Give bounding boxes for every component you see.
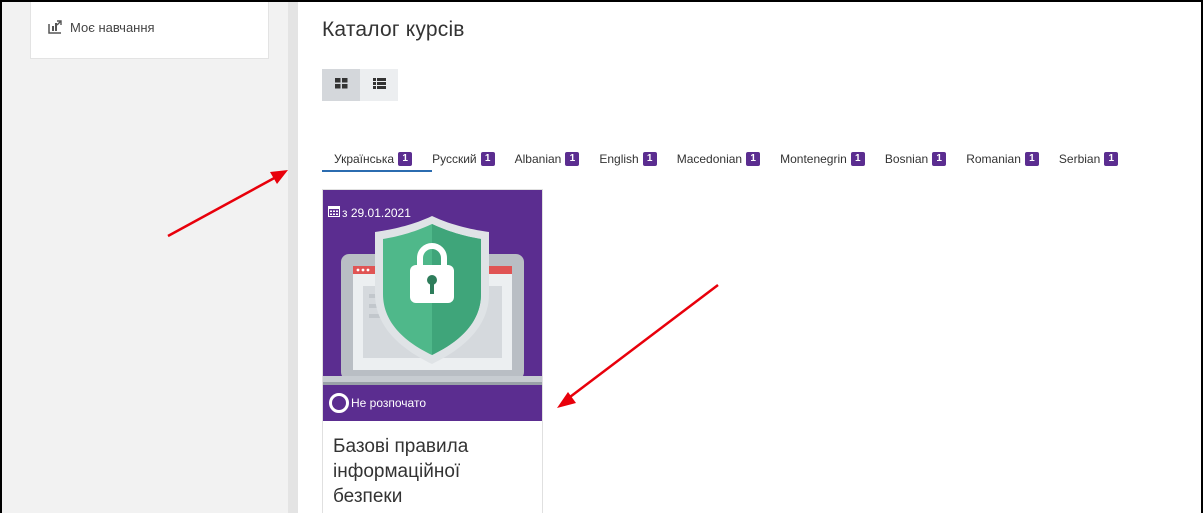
- tab-label: Albanian: [514, 152, 562, 166]
- tab-label: Serbian: [1058, 152, 1101, 166]
- count-badge: 1: [480, 152, 495, 166]
- count-badge: 1: [565, 152, 580, 166]
- course-start-date: з 29.01.2021: [328, 205, 411, 220]
- sidebar: Моє навчання: [2, 2, 288, 513]
- count-badge: 1: [1104, 152, 1119, 166]
- language-tabs: Українська 1 Русский 1 Albanian 1 English 1 …: [322, 148, 1128, 170]
- date-text: з 29.01.2021: [342, 205, 411, 220]
- tab-serbian[interactable]: Serbian 1: [1049, 148, 1128, 170]
- tab-label: Bosnian: [884, 152, 929, 166]
- tab-ukrainian[interactable]: Українська 1: [322, 148, 422, 170]
- count-badge: 1: [1024, 152, 1039, 166]
- grid-view-icon: [334, 76, 348, 94]
- active-tab-indicator: [322, 170, 432, 172]
- tab-english[interactable]: English 1: [589, 148, 666, 170]
- tab-label: Romanian: [966, 152, 1021, 166]
- course-card[interactable]: з 29.01.2021 Не розпочато Базові правила…: [322, 189, 543, 513]
- grid-view-button[interactable]: [322, 69, 360, 101]
- course-title[interactable]: Базові правила інформаційної безпеки: [333, 434, 533, 509]
- learning-icon: [48, 20, 64, 34]
- status-circle-icon: [329, 393, 349, 413]
- view-toggle: [322, 69, 398, 101]
- course-image[interactable]: з 29.01.2021 Не розпочато: [323, 190, 542, 421]
- tab-romanian[interactable]: Romanian 1: [956, 148, 1049, 170]
- tab-label: Українська: [334, 152, 395, 166]
- sidebar-item-my-learning[interactable]: Моє навчання: [30, 2, 269, 59]
- list-view-button[interactable]: [360, 69, 398, 101]
- count-badge: 1: [932, 152, 947, 166]
- tab-label: English: [599, 152, 639, 166]
- page-title: Каталог курсів: [322, 18, 465, 41]
- count-badge: 1: [850, 152, 865, 166]
- main-content: Каталог курсів Українська 1 Русский 1 Al…: [298, 2, 1203, 513]
- count-badge: 1: [746, 152, 761, 166]
- calendar-icon: [328, 205, 340, 220]
- course-status: Не розпочато: [323, 385, 542, 421]
- tab-montenegrin[interactable]: Montenegrin 1: [770, 148, 875, 170]
- tab-label: Macedonian: [676, 152, 743, 166]
- tab-label: Русский: [432, 152, 477, 166]
- tab-bosnian[interactable]: Bosnian 1: [875, 148, 956, 170]
- tab-label: Montenegrin: [780, 152, 847, 166]
- count-badge: 1: [398, 152, 413, 166]
- count-badge: 1: [642, 152, 657, 166]
- tab-macedonian[interactable]: Macedonian 1: [667, 148, 770, 170]
- sidebar-divider: [288, 2, 298, 513]
- tab-albanian[interactable]: Albanian 1: [505, 148, 590, 170]
- status-text: Не розпочато: [351, 396, 426, 410]
- sidebar-item-label: Моє навчання: [70, 19, 155, 35]
- list-view-icon: [372, 76, 386, 94]
- tab-russian[interactable]: Русский 1: [422, 148, 505, 170]
